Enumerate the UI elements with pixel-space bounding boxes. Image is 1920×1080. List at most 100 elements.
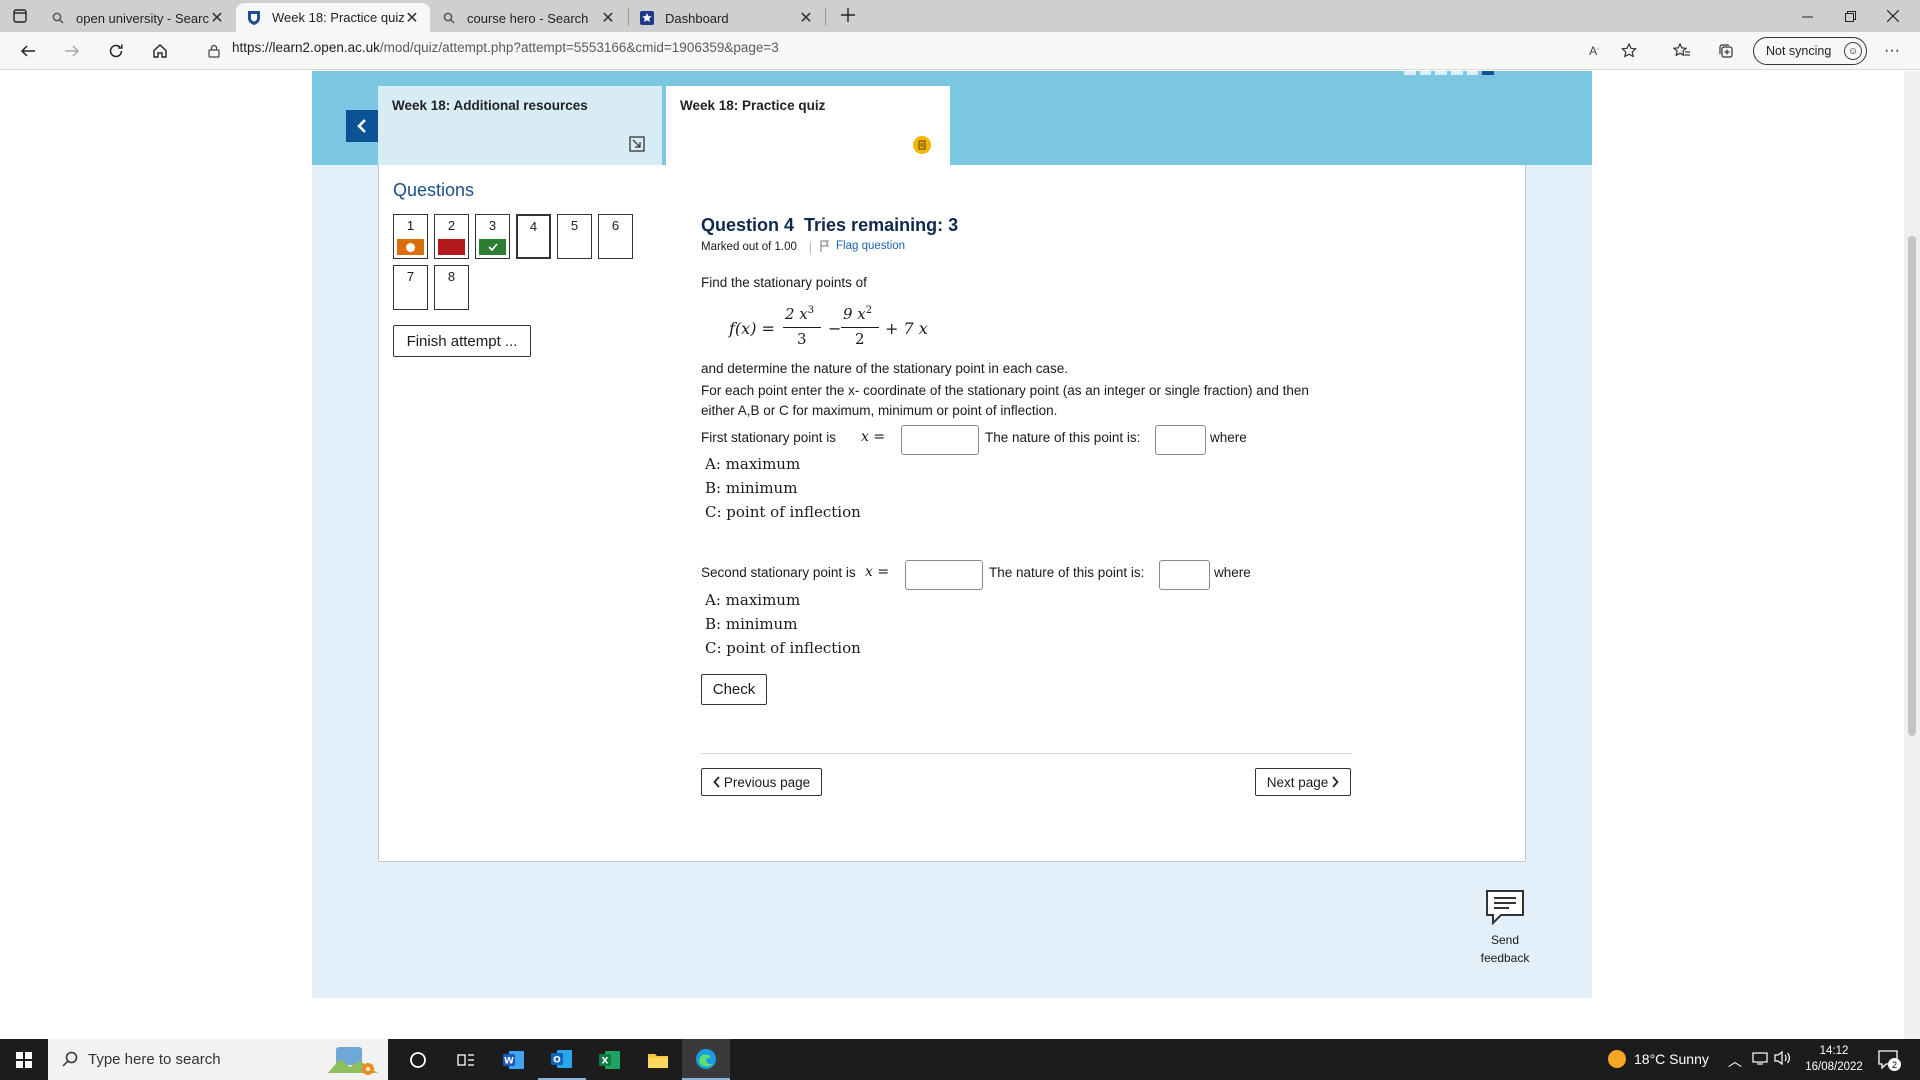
windows-start-icon[interactable] xyxy=(0,1039,48,1080)
quiz-nav-question-6[interactable]: 6 xyxy=(598,214,633,259)
tries-remaining: Tries remaining: 3 xyxy=(804,215,959,235)
instructions-line-1: For each point enter the x- coordinate o… xyxy=(701,383,1309,398)
clock-date: 16/08/2022 xyxy=(1805,1061,1863,1073)
nature-label: The nature of this point is: xyxy=(989,565,1145,580)
file-explorer-icon[interactable] xyxy=(634,1039,682,1080)
tab-label: Week 18: Practice quiz (page 4 o xyxy=(272,10,404,25)
x-equals-label: x = xyxy=(865,564,890,580)
new-tab-button[interactable] xyxy=(836,3,860,27)
section-tab-prev[interactable]: Week 18: Additional resources xyxy=(378,86,662,165)
finish-attempt-button[interactable]: Finish attempt ... xyxy=(393,325,531,357)
forward-arrow-icon[interactable] xyxy=(60,39,84,63)
quiz-nav-question-4[interactable]: 4 xyxy=(516,214,551,259)
check-icon xyxy=(479,239,506,255)
taskbar-search-box[interactable]: Type here to search xyxy=(48,1039,388,1080)
back-arrow-icon[interactable] xyxy=(16,39,40,63)
instructions-line-2: either A,B or C for maximum, minimum or … xyxy=(701,403,1058,418)
first-point-label: First stationary point is xyxy=(701,430,837,445)
search-highlight-icon xyxy=(328,1043,378,1077)
word-icon[interactable]: W xyxy=(490,1039,538,1080)
clock-time: 14:12 xyxy=(1819,1045,1849,1057)
quiz-nav-question-1[interactable]: 1 xyxy=(393,214,428,259)
clock[interactable]: 14:12 16/08/2022 xyxy=(1800,1043,1868,1075)
outlook-icon[interactable]: O xyxy=(538,1039,586,1080)
scrollbar-thumb[interactable] xyxy=(1908,236,1916,736)
restore-button[interactable] xyxy=(1838,4,1862,28)
lock-icon[interactable] xyxy=(202,39,226,63)
fraction-bar xyxy=(783,327,821,328)
question-intro: Find the stationary points of xyxy=(701,275,867,290)
previous-page-label: Previous page xyxy=(723,774,811,790)
incorrect-icon xyxy=(438,239,465,255)
more-menu-icon[interactable]: ··· xyxy=(1880,39,1904,63)
edge-icon[interactable] xyxy=(682,1039,730,1080)
flag-icon xyxy=(820,240,829,252)
check-button[interactable]: Check xyxy=(701,674,767,705)
read-aloud-icon[interactable]: Aʼ xyxy=(1582,39,1606,63)
send-feedback-button[interactable]: Send feedback xyxy=(1450,889,1560,965)
quiz-card: Questions 1 2 3 4 5 6 7 8 Finish attempt… xyxy=(378,165,1526,862)
browser-tab[interactable]: Dashboard ✕ xyxy=(629,4,824,32)
quiz-nav-question-3[interactable]: 3 xyxy=(475,214,510,259)
second-nature-input[interactable] xyxy=(1159,560,1210,590)
quiz-nav-question-2[interactable]: 2 xyxy=(434,214,469,259)
close-icon[interactable]: ✕ xyxy=(209,8,225,28)
where-label: where xyxy=(1210,430,1247,445)
flag-question-link[interactable]: Flag question xyxy=(820,240,905,252)
next-page-label: Next page xyxy=(1266,774,1329,790)
favorites-icon[interactable] xyxy=(1670,39,1694,63)
back-section-button[interactable] xyxy=(346,110,378,142)
second-x-input[interactable] xyxy=(905,560,983,590)
quiz-nav-question-5[interactable]: 5 xyxy=(557,214,592,259)
refresh-icon[interactable] xyxy=(104,39,128,63)
course-page: Week 18: Additional resources Week 18: P… xyxy=(312,71,1592,998)
excel-icon[interactable]: X xyxy=(586,1039,634,1080)
option-a: A: maximum xyxy=(705,591,801,609)
cortana-icon[interactable] xyxy=(394,1039,442,1080)
first-x-input[interactable] xyxy=(901,425,979,455)
close-icon[interactable]: ✕ xyxy=(600,8,616,28)
sync-label: Not syncing xyxy=(1766,44,1832,58)
question-nature-text: and determine the nature of the stationa… xyxy=(701,361,1068,376)
add-favorite-icon[interactable] xyxy=(1618,39,1642,63)
task-view-icon[interactable] xyxy=(442,1039,490,1080)
question-number: 6 xyxy=(611,218,620,233)
address-bar[interactable]: https://learn2.open.ac.uk/mod/quiz/attem… xyxy=(232,40,779,55)
svg-text:O: O xyxy=(553,1055,561,1065)
next-page-button[interactable]: Next page xyxy=(1255,768,1351,796)
chevron-up-icon[interactable]: ︿ xyxy=(1728,1051,1742,1071)
option-b: B: minimum xyxy=(705,615,798,633)
chevron-right-icon xyxy=(1332,776,1339,788)
network-icon[interactable] xyxy=(1752,1050,1768,1066)
svg-text:X: X xyxy=(602,1056,609,1066)
question-number: 7 xyxy=(406,269,415,284)
formula-t2-num: 9 x2 xyxy=(843,305,872,323)
collections-icon[interactable] xyxy=(1714,39,1738,63)
page-scrollbar[interactable] xyxy=(1904,71,1920,1039)
tab-actions-icon[interactable] xyxy=(8,4,32,28)
section-tab-current[interactable]: Week 18: Practice quiz xyxy=(666,86,950,165)
notification-icon[interactable]: 2 xyxy=(1878,1049,1901,1071)
browser-tab[interactable]: course hero - Search ✕ xyxy=(431,4,626,32)
weather-widget[interactable]: 18°C Sunny xyxy=(1608,1050,1709,1068)
partial-icon xyxy=(397,239,424,255)
close-icon[interactable]: ✕ xyxy=(798,8,814,28)
close-icon[interactable]: ✕ xyxy=(404,8,420,28)
url-path: /mod/quiz/attempt.php?attempt=5553166&cm… xyxy=(379,40,779,55)
minimize-button[interactable] xyxy=(1795,4,1819,28)
formula-t1-den: 3 xyxy=(797,330,807,348)
first-nature-input[interactable] xyxy=(1155,425,1206,455)
home-icon[interactable] xyxy=(148,39,172,63)
browser-tab-active[interactable]: Week 18: Practice quiz (page 4 o ✕ xyxy=(236,3,430,32)
browser-tab[interactable]: open university - Search ✕ xyxy=(40,4,235,32)
previous-page-button[interactable]: Previous page xyxy=(701,768,822,796)
quiz-nav-question-7[interactable]: 7 xyxy=(393,265,428,310)
question-number: 8 xyxy=(447,269,456,284)
close-window-button[interactable] xyxy=(1881,4,1905,28)
formula-minus: − xyxy=(828,319,842,338)
chevron-left-icon xyxy=(713,776,720,788)
quiz-nav-question-8[interactable]: 8 xyxy=(434,265,469,310)
flag-label: Flag question xyxy=(836,240,906,252)
volume-icon[interactable] xyxy=(1774,1050,1792,1066)
profile-sync-button[interactable]: Not syncing ☺ xyxy=(1753,37,1867,65)
